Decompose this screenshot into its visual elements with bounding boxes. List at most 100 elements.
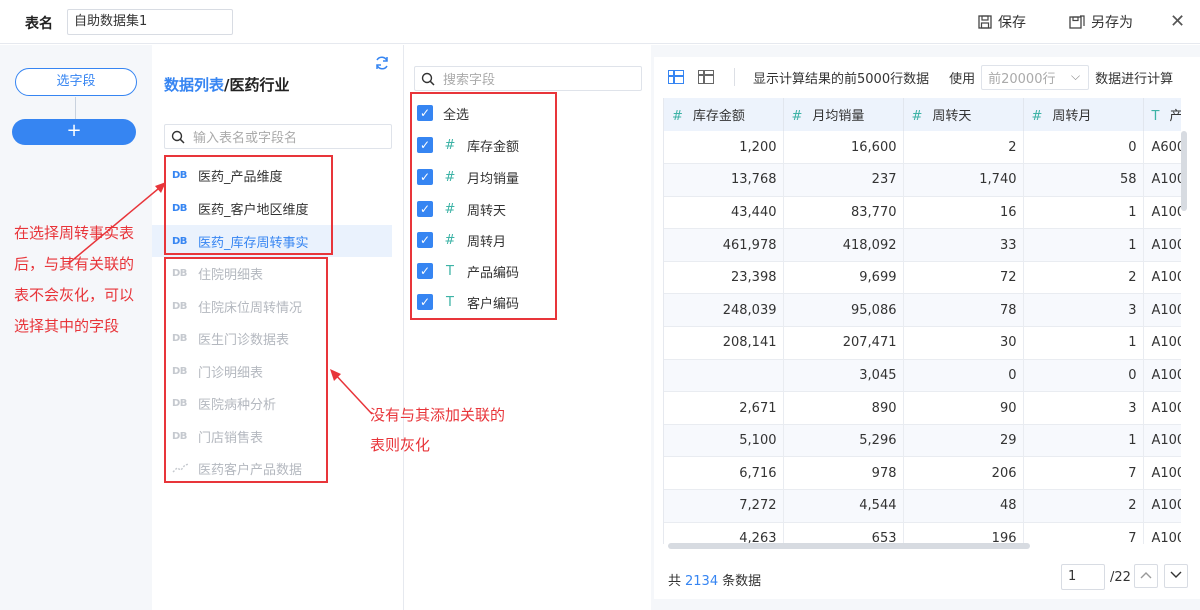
- table-cell: 16,600: [783, 131, 904, 165]
- save-as-label: 另存为: [1091, 15, 1133, 31]
- column-header[interactable]: # 月均销量: [783, 98, 904, 131]
- preview-footer: 共 2134 条数据 1 /22: [654, 562, 1200, 592]
- table-row: 13,7682371,74058A100: [664, 163, 1181, 197]
- table-cell: 6,716: [664, 456, 784, 491]
- table-cell: 95,086: [783, 293, 904, 328]
- data-list-folder: /医药行业: [224, 76, 290, 94]
- use-label: 使用: [949, 71, 976, 87]
- horizontal-scrollbar[interactable]: [668, 543, 1030, 549]
- table-cell: 2: [1023, 261, 1144, 295]
- field-search-input[interactable]: 搜索字段: [414, 66, 642, 91]
- save-button[interactable]: 保存: [978, 12, 1026, 32]
- chevron-down-icon: [1170, 571, 1182, 578]
- preview-table-body: 1,20016,60020A60013,7682371,74058A10043,…: [664, 131, 1181, 544]
- table-cell: 1: [1023, 228, 1144, 262]
- table-cell: A100: [1143, 359, 1181, 393]
- table-row: 208,141207,471301A100: [664, 326, 1181, 360]
- top-bar: 表名 自助数据集1 保存 另存为 ✕: [0, 0, 1200, 44]
- table-cell: 196: [903, 522, 1024, 544]
- table-name-label: 表名: [25, 16, 53, 32]
- table-cell: 418,092: [783, 228, 904, 262]
- vertical-scrollbar[interactable]: [1181, 131, 1187, 211]
- toolbar-divider: [734, 68, 735, 86]
- save-as-icon: [1069, 14, 1085, 29]
- add-step-button[interactable]: +: [12, 119, 136, 145]
- table-cell: 890: [783, 391, 904, 425]
- table-cell: 2: [903, 131, 1024, 165]
- table-cell: A600: [1143, 131, 1181, 165]
- table-cell: 5,100: [664, 424, 784, 458]
- column-header[interactable]: # 库存金额: [664, 98, 784, 131]
- refresh-icon[interactable]: [374, 55, 390, 71]
- chevron-up-icon: [1140, 572, 1152, 579]
- table-cell: 237: [783, 163, 904, 197]
- table-cell: 7: [1023, 522, 1144, 544]
- table-cell: 1: [1023, 326, 1144, 360]
- table-cell: 7: [1023, 456, 1144, 491]
- grid-view-icon[interactable]: [668, 70, 684, 84]
- number-type-icon: #: [791, 109, 803, 124]
- step-connector: [75, 97, 76, 119]
- number-type-icon: #: [911, 109, 923, 124]
- table-cell: 3: [1023, 293, 1144, 328]
- total-count-text: 共 2134 条数据: [668, 570, 761, 589]
- table-cell: 78: [903, 293, 1024, 328]
- search-icon: [171, 130, 185, 144]
- total-suffix: 条数据: [722, 574, 762, 589]
- table-search-input[interactable]: 输入表名或字段名: [164, 124, 392, 149]
- column-header[interactable]: T产: [1143, 98, 1181, 131]
- table-cell: A100: [1143, 326, 1181, 360]
- close-icon[interactable]: ✕: [1170, 11, 1185, 32]
- table-row: 248,03995,086783A100: [664, 293, 1181, 328]
- table-cell: A100: [1143, 261, 1181, 295]
- column-header[interactable]: # 周转天: [903, 98, 1024, 131]
- preview-area: 显示计算结果的前5000行数据 使用 前20000行 ⌵ 数据进行计算 # 库存金…: [651, 45, 1200, 610]
- table-row: 3,04500A100: [664, 359, 1181, 393]
- left-annotation: 在选择周转事实表后，与其有关联的表不会灰化，可以选择其中的字段: [14, 224, 135, 335]
- table-row: 6,7169782067A100: [664, 456, 1181, 491]
- total-count: 2134: [685, 574, 719, 589]
- table-cell: 3,045: [783, 359, 904, 393]
- table-cell: 1,200: [664, 131, 784, 165]
- column-header[interactable]: # 周转月: [1023, 98, 1144, 131]
- table-cell: [664, 359, 784, 393]
- table-cell: 29: [903, 424, 1024, 458]
- table-cell: 58: [1023, 163, 1144, 197]
- next-page-button[interactable]: [1164, 564, 1188, 588]
- preview-info-text: 显示计算结果的前5000行数据: [753, 71, 930, 87]
- compute-label: 数据进行计算: [1095, 71, 1174, 87]
- search-icon: [421, 72, 435, 86]
- table-search-placeholder: 输入表名或字段名: [193, 131, 298, 146]
- table-view-icon[interactable]: [698, 70, 714, 84]
- table-row: 43,44083,770161A100: [664, 196, 1181, 230]
- table-cell: 7,272: [664, 489, 784, 523]
- table-cell: 653: [783, 522, 904, 544]
- save-as-button[interactable]: 另存为: [1069, 12, 1133, 32]
- highlight-box-related-tables: [164, 155, 333, 255]
- table-cell: A100: [1143, 228, 1181, 262]
- table-row: 5,1005,296291A100: [664, 424, 1181, 458]
- table-cell: 4,263: [664, 522, 784, 544]
- prev-page-button[interactable]: [1134, 564, 1158, 588]
- table-cell: 2: [1023, 489, 1144, 523]
- preview-toolbar: 显示计算结果的前5000行数据 使用 前20000行 ⌵ 数据进行计算: [654, 57, 1200, 97]
- table-cell: 208,141: [664, 326, 784, 360]
- table-cell: A100: [1143, 163, 1181, 197]
- table-cell: 248,039: [664, 293, 784, 328]
- table-cell: A100: [1143, 424, 1181, 458]
- table-cell: 30: [903, 326, 1024, 360]
- number-type-icon: #: [1031, 109, 1043, 124]
- text-type-icon: T: [1151, 109, 1160, 124]
- table-cell: 3: [1023, 391, 1144, 425]
- highlight-box-disabled-tables: [164, 257, 328, 483]
- preview-table: #库存金额 #月均销量 #周转天 #周转月 T产 1,20016,60020A6…: [664, 98, 1181, 544]
- table-name-input[interactable]: 自助数据集1: [67, 9, 233, 35]
- select-fields-step[interactable]: 选字段: [15, 68, 137, 96]
- row-limit-select[interactable]: 前20000行 ⌵: [981, 64, 1090, 90]
- data-list-root-link[interactable]: 数据列表: [164, 76, 224, 94]
- table-cell: 16: [903, 196, 1024, 230]
- table-row: 2,671890903A100: [664, 391, 1181, 425]
- field-search-placeholder: 搜索字段: [443, 73, 496, 88]
- total-prefix: 共: [668, 574, 682, 589]
- page-number-input[interactable]: 1: [1061, 564, 1105, 590]
